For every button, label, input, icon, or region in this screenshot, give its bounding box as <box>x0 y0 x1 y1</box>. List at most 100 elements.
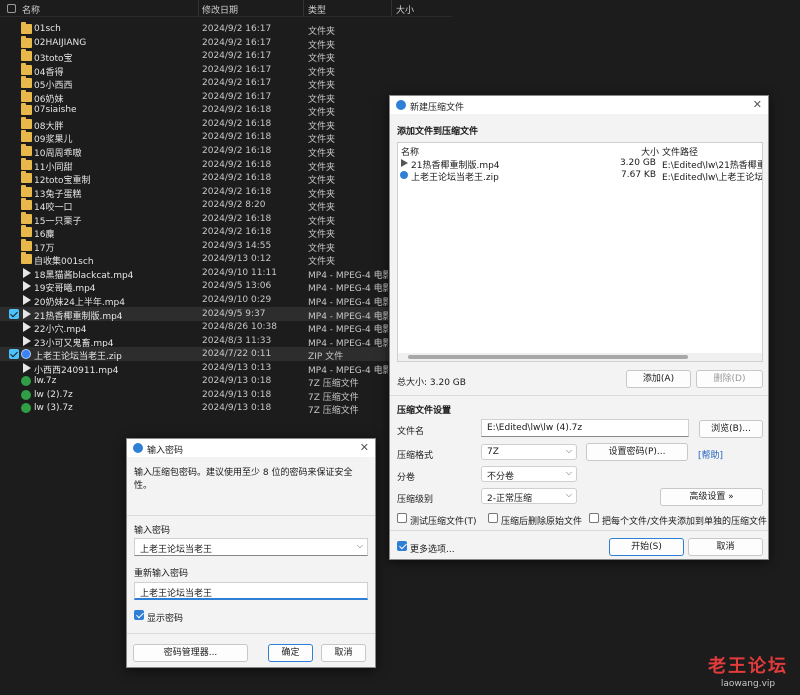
advanced-settings-button[interactable]: 高级设置 » <box>660 488 763 506</box>
set-password-button[interactable]: 设置密码(P)... <box>586 443 688 461</box>
password-manager-button[interactable]: 密码管理器... <box>133 644 248 662</box>
row-checkbox[interactable] <box>9 295 19 305</box>
show-password-checkbox[interactable] <box>134 610 144 620</box>
level-select[interactable]: 2-正常压缩 ⌵ <box>481 488 577 504</box>
close-icon[interactable]: ✕ <box>753 98 762 111</box>
file-row[interactable]: 自收集001sch 2024/9/13 0:12 文件夹 <box>0 252 390 267</box>
row-checkbox[interactable] <box>9 119 19 129</box>
help-link[interactable]: [帮助] <box>698 448 723 461</box>
browse-button[interactable]: 浏览(B)... <box>699 420 763 438</box>
start-button[interactable]: 开始(S) <box>609 538 684 556</box>
archive-file-row[interactable]: 21热香椰重制版.mp43.20 GBE:\Edited\lw\21热香椰重制 <box>398 157 762 171</box>
file-date: 2024/9/2 8:20 <box>202 200 266 211</box>
delete-button[interactable]: 删除(D) <box>696 370 763 388</box>
column-name[interactable]: 名称 <box>22 3 40 16</box>
folder-icon <box>21 89 32 102</box>
file-row[interactable]: 08大胖 2024/9/2 16:18 文件夹 <box>0 116 390 132</box>
column-size[interactable]: 大小 <box>396 3 414 16</box>
delete-source-checkbox[interactable] <box>488 513 498 523</box>
split-select[interactable]: 不分卷 ⌵ <box>481 466 577 482</box>
file-row[interactable]: 04香得 2024/9/2 16:17 文件夹 <box>0 62 390 78</box>
row-checkbox[interactable] <box>9 78 19 88</box>
file-row[interactable]: lw (3).7z 2024/9/13 0:18 7Z 压缩文件 <box>0 401 390 416</box>
separate-archives-checkbox[interactable] <box>589 513 599 523</box>
file-row[interactable]: 22小穴.mp42024/8/26 10:38MP4 - MPEG-4 电影..… <box>0 320 390 335</box>
file-row[interactable]: 03toto宝 2024/9/2 16:17 文件夹 <box>0 49 390 64</box>
file-row[interactable]: 05小西西 2024/9/2 16:17 文件夹 <box>0 76 390 91</box>
chevron-down-icon: ⌵ <box>565 490 572 499</box>
file-row[interactable]: 23小可又鬼畜.mp4 2024/8/3 11:33 MP4 - MPEG-4 电影… <box>0 334 390 349</box>
row-checkbox[interactable] <box>9 146 19 156</box>
test-archive-checkbox[interactable] <box>397 513 407 523</box>
row-checkbox[interactable] <box>9 254 19 264</box>
row-checkbox[interactable] <box>9 268 19 278</box>
file-row[interactable]: 02HAIJIANG 2024/9/2 16:17 文件夹 <box>0 35 390 51</box>
file-row[interactable]: 19安哥曦.mp42024/9/5 13:06MP4 - MPEG-4 电影..… <box>0 279 390 294</box>
row-checkbox[interactable] <box>9 403 19 413</box>
archive-file-row[interactable]: 上老王论坛当老王.zip 7.67 KB E:\Edited\lw\上老王论坛当老 <box>398 169 762 183</box>
row-checkbox[interactable] <box>9 308 19 319</box>
horizontal-scrollbar[interactable] <box>398 353 762 361</box>
column-type[interactable]: 类型 <box>308 3 326 16</box>
file-row[interactable]: 10周周乖嗷 2024/9/2 16:18 文件夹 <box>0 143 390 159</box>
column-header: 名称 修改日期 类型 大小 <box>0 0 452 17</box>
file-row[interactable]: 14咬一口 2024/9/2 8:20 文件夹 <box>0 198 390 213</box>
row-checkbox[interactable] <box>9 173 19 183</box>
row-checkbox[interactable] <box>9 241 19 251</box>
row-checkbox[interactable] <box>9 363 19 373</box>
chevron-down-icon[interactable]: ⌵ <box>357 541 363 551</box>
row-checkbox[interactable] <box>9 200 19 210</box>
row-checkbox[interactable] <box>9 227 19 237</box>
file-row[interactable]: 15一只栗子 2024/9/2 16:18 文件夹 <box>0 211 390 227</box>
file-row[interactable]: lw.7z 2024/9/13 0:18 7Z 压缩文件 <box>0 374 390 389</box>
row-checkbox[interactable] <box>9 160 19 170</box>
ok-button[interactable]: 确定 <box>268 644 313 662</box>
file-row[interactable]: 13兔子蛋糕 2024/9/2 16:18 文件夹 <box>0 184 390 200</box>
row-checkbox[interactable] <box>9 65 19 75</box>
row-checkbox[interactable] <box>9 105 19 115</box>
cancel-button[interactable]: 取消 <box>688 538 763 556</box>
enter-password-input[interactable]: 上老王论坛当老王 ⌵ <box>134 538 368 556</box>
row-checkbox[interactable] <box>9 38 19 48</box>
cancel-button[interactable]: 取消 <box>321 644 366 662</box>
close-icon[interactable]: ✕ <box>360 441 369 454</box>
file-list-box[interactable]: 名称 大小 文件路径 21热香椰重制版.mp4 3.20 GB E:\Edited\… <box>397 142 763 362</box>
add-button[interactable]: 添加(A) <box>626 370 691 388</box>
row-checkbox[interactable] <box>9 336 19 346</box>
file-row[interactable]: 09浆果儿 2024/9/2 16:18 文件夹 <box>0 130 390 145</box>
format-select[interactable]: 7Z ⌵ <box>481 444 577 460</box>
row-checkbox[interactable] <box>9 376 19 386</box>
row-checkbox[interactable] <box>9 390 19 400</box>
more-options-checkbox[interactable] <box>397 541 407 551</box>
row-checkbox[interactable] <box>9 132 19 142</box>
file-row[interactable]: 06奶妹 2024/9/2 16:17 文件夹 <box>0 89 390 105</box>
file-row[interactable]: 小西西240911.mp4 2024/9/13 0:13 MP4 - MPEG-4 … <box>0 361 390 376</box>
file-row[interactable]: 01sch 2024/9/2 16:17 文件夹 <box>0 22 390 37</box>
file-row[interactable]: 18黑猫酱blackcat.mp4 2024/9/10 11:11 MP4 - MP… <box>0 266 390 281</box>
row-checkbox[interactable] <box>9 187 19 197</box>
row-checkbox[interactable] <box>9 24 19 34</box>
chevron-down-icon: ⌵ <box>565 468 572 477</box>
select-all-checkbox[interactable] <box>7 4 16 13</box>
site-watermark: 老王论坛 laowang.vip <box>708 652 788 689</box>
file-row[interactable]: 11小同甜 2024/9/2 16:18 文件夹 <box>0 157 390 173</box>
file-row[interactable]: lw (2).7z 2024/9/13 0:18 7Z 压缩文件 <box>0 388 390 403</box>
column-date[interactable]: 修改日期 <box>202 3 238 16</box>
file-row[interactable]: 16麋 2024/9/2 16:18 文件夹 <box>0 225 390 240</box>
row-checkbox[interactable] <box>9 51 19 61</box>
row-checkbox[interactable] <box>9 92 19 102</box>
scrollbar-thumb[interactable] <box>408 355 688 359</box>
file-row[interactable]: 07siaishe 2024/9/2 16:18 文件夹 <box>0 103 390 118</box>
file-row[interactable]: 上老王论坛当老王.zip 2024/7/22 0:11 ZIP 文件 <box>0 347 390 362</box>
row-checkbox[interactable] <box>9 214 19 224</box>
file-row[interactable]: 20奶妹24上半年.mp4 2024/9/10 0:29 MP4 - MPEG-4 … <box>0 293 390 308</box>
row-checkbox[interactable] <box>9 322 19 332</box>
filename-input[interactable]: E:\Edited\lw\lw (4).7z <box>481 419 689 437</box>
row-checkbox[interactable] <box>9 281 19 291</box>
row-checkbox[interactable] <box>9 349 19 360</box>
file-row[interactable]: 12toto宝重制 2024/9/2 16:18 文件夹 <box>0 171 390 186</box>
file-row[interactable]: 21热香椰重制版.mp4 2024/9/5 9:37 MP4 - MPEG-4 电影… <box>0 306 390 322</box>
file-row[interactable]: 17万 2024/9/3 14:55 文件夹 <box>0 238 390 254</box>
reenter-password-input[interactable]: 上老王论坛当老王 <box>134 582 368 600</box>
more-options-label[interactable]: 更多选项... <box>410 542 455 555</box>
